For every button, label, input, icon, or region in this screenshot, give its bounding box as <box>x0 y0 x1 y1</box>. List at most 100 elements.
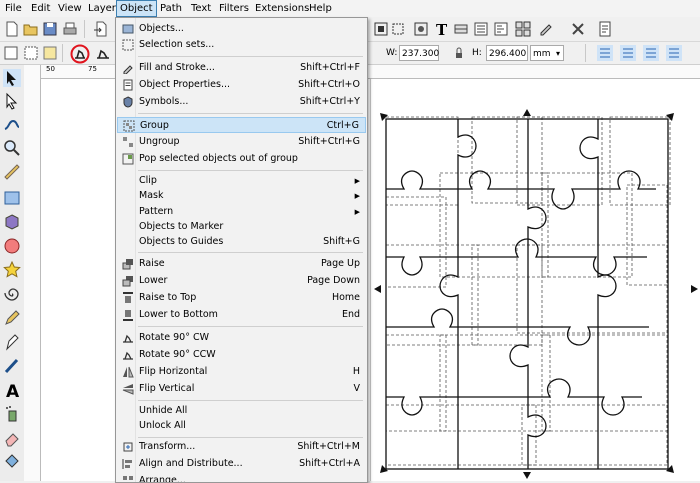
select-all-icon[interactable] <box>3 45 19 61</box>
measure-tool-icon[interactable] <box>3 163 21 181</box>
menu-item-unlock-all[interactable]: Unlock All <box>117 418 366 434</box>
lower-bottom-icon <box>123 310 133 321</box>
flip-vertical-icon <box>122 384 134 395</box>
move-patterns-icon[interactable] <box>666 45 682 61</box>
scale-stroke-icon[interactable] <box>597 45 613 61</box>
fill-stroke-icon[interactable] <box>538 21 554 37</box>
open-icon[interactable] <box>23 21 39 37</box>
calligraphy-tool-icon[interactable] <box>3 357 21 375</box>
text-tool-icon[interactable]: A <box>3 381 21 399</box>
menu-item-flip-vertical[interactable]: Flip Vertical V <box>117 381 366 397</box>
menu-item-clip[interactable]: Clip ▶ <box>117 173 366 189</box>
layers-icon[interactable] <box>453 21 469 37</box>
menu-item-label: Clip <box>139 175 157 186</box>
menu-item-group[interactable]: Group Ctrl+G <box>117 117 366 133</box>
objects-panel-icon[interactable] <box>493 21 509 37</box>
toolbox: A <box>0 65 25 481</box>
ruler-mark: 50 <box>46 65 55 73</box>
spiral-tool-icon[interactable] <box>3 285 21 303</box>
flip-horizontal-icon <box>123 366 134 378</box>
star-tool-icon[interactable] <box>3 261 21 279</box>
rotate-cw-icon[interactable] <box>95 45 111 61</box>
submenu-arrow-icon: ▶ <box>354 192 360 200</box>
menu-item-lower-to-bottom[interactable]: Lower to Bottom End <box>117 307 366 323</box>
lock-ratio-icon[interactable] <box>451 45 467 61</box>
tweak-tool-icon[interactable] <box>3 115 21 133</box>
menu-item-label: Selection sets... <box>139 39 215 50</box>
node-tool-icon[interactable] <box>3 92 21 110</box>
menu-text[interactable]: Text <box>188 0 214 17</box>
ruler-mark: 75 <box>88 65 97 73</box>
zoom-tool-icon[interactable] <box>3 139 21 157</box>
menu-edit[interactable]: Edit <box>28 0 53 17</box>
raise-icon <box>122 259 133 270</box>
rotate-ccw-icon[interactable] <box>70 44 90 64</box>
unit-select[interactable]: mm ▾ <box>530 45 564 61</box>
scale-corners-icon[interactable] <box>620 45 636 61</box>
submenu-arrow-icon: ▶ <box>354 177 360 185</box>
selector-tool-icon[interactable] <box>3 69 21 87</box>
menu-item-shortcut: Shift+Ctrl+A <box>299 458 360 469</box>
zoom-selection-icon[interactable] <box>390 21 406 37</box>
menu-help[interactable]: Help <box>306 0 335 17</box>
select-all-layers-icon[interactable] <box>23 45 39 61</box>
save-icon[interactable] <box>42 21 58 37</box>
menu-item-objects[interactable]: Objects... <box>117 21 366 37</box>
deselect-icon[interactable] <box>42 45 58 61</box>
width-field[interactable]: 237.300 <box>399 45 439 61</box>
move-gradients-icon[interactable] <box>643 45 659 61</box>
pen-tool-icon[interactable] <box>3 333 21 351</box>
symbols-icon[interactable] <box>515 21 531 37</box>
menu-item-shortcut: End <box>341 309 360 320</box>
menu-item-symbols[interactable]: Symbols... Shift+Ctrl+Y <box>117 94 366 110</box>
document-properties-icon[interactable] <box>597 21 613 37</box>
paint-bucket-tool-icon[interactable] <box>3 453 21 471</box>
menu-item-align-distribute[interactable]: Align and Distribute... Shift+Ctrl+A <box>117 456 366 472</box>
menu-item-object-properties[interactable]: Object Properties... Shift+Ctrl+O <box>117 77 366 93</box>
menu-item-fill-stroke[interactable]: Fill and Stroke... Shift+Ctrl+F <box>117 60 366 76</box>
menu-filters[interactable]: Filters <box>216 0 252 17</box>
menu-item-raise-to-top[interactable]: Raise to Top Home <box>117 290 366 306</box>
height-field[interactable]: 296.400 <box>486 45 528 61</box>
3d-box-tool-icon[interactable] <box>3 213 21 231</box>
ellipse-tool-icon[interactable] <box>3 237 21 255</box>
transform-icon <box>123 442 133 452</box>
eraser-tool-icon[interactable] <box>3 429 21 447</box>
menu-extensions[interactable]: Extensions <box>252 0 312 17</box>
rotate-cw-icon <box>123 334 133 343</box>
menu-item-unhide-all[interactable]: Unhide All <box>117 403 366 419</box>
menu-item-pop-out-of-group[interactable]: Pop selected objects out of group <box>117 151 366 167</box>
puzzle-drawing[interactable] <box>372 105 700 481</box>
menu-item-objects-to-marker[interactable]: Objects to Marker <box>117 219 366 235</box>
menu-item-pattern[interactable]: Pattern ▶ <box>117 204 366 220</box>
menu-item-selection-sets[interactable]: Selection sets... <box>117 37 366 53</box>
menu-item-ungroup[interactable]: Ungroup Shift+Ctrl+G <box>117 134 366 150</box>
menu-item-lower[interactable]: Lower Page Down <box>117 273 366 289</box>
menu-item-raise[interactable]: Raise Page Up <box>117 256 366 272</box>
menu-item-shortcut: Shift+Ctrl+G <box>298 136 360 147</box>
node-editor-icon[interactable] <box>413 21 429 37</box>
menu-item-rotate-cw[interactable]: Rotate 90° CW <box>117 330 366 346</box>
menu-layer[interactable]: Layer <box>85 0 119 17</box>
text-tool-icon[interactable]: T <box>433 21 449 37</box>
height-label: H: <box>472 48 482 58</box>
menu-item-transform[interactable]: Transform... Shift+Ctrl+M <box>117 439 366 455</box>
rectangle-tool-icon[interactable] <box>3 189 21 207</box>
preferences-icon[interactable] <box>570 21 586 37</box>
import-icon[interactable] <box>93 21 109 37</box>
menu-item-label: Flip Vertical <box>139 383 195 394</box>
menu-object[interactable]: Object <box>116 0 157 17</box>
new-document-icon[interactable] <box>4 21 20 37</box>
menu-item-objects-to-guides[interactable]: Objects to Guides Shift+G <box>117 234 366 250</box>
pencil-tool-icon[interactable] <box>3 309 21 327</box>
menu-path[interactable]: Path <box>157 0 185 17</box>
xml-editor-icon[interactable] <box>473 21 489 37</box>
print-icon[interactable] <box>62 21 78 37</box>
menu-item-flip-horizontal[interactable]: Flip Horizontal H <box>117 364 366 380</box>
menu-view[interactable]: View <box>55 0 85 17</box>
spray-tool-icon[interactable] <box>3 405 21 423</box>
menu-file[interactable]: File <box>2 0 25 17</box>
menu-item-rotate-ccw[interactable]: Rotate 90° CCW <box>117 347 366 363</box>
align-icon[interactable] <box>373 21 389 37</box>
menu-item-mask[interactable]: Mask ▶ <box>117 188 366 204</box>
